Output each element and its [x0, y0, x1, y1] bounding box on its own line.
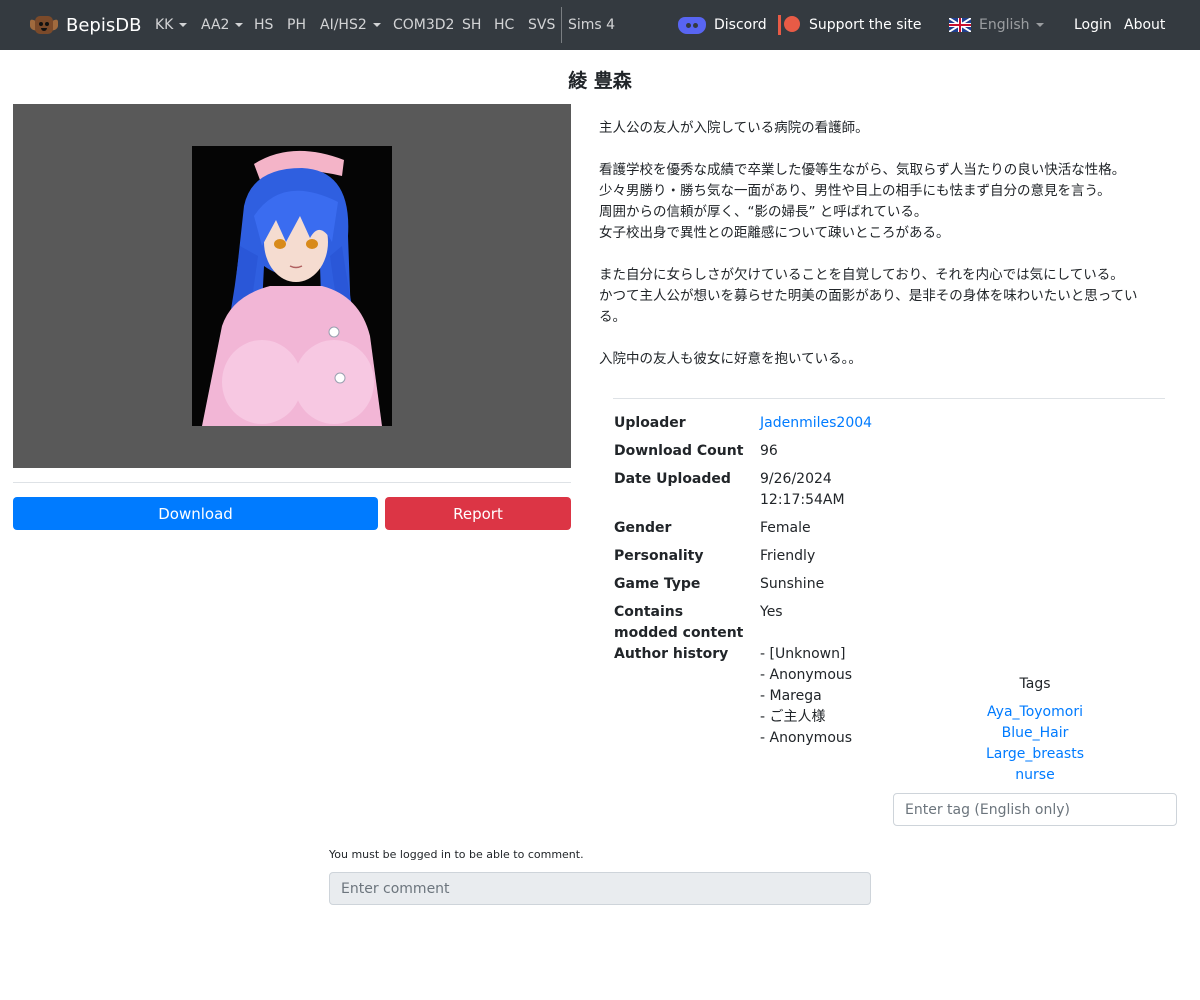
nav-item-svs[interactable]: SVS: [528, 0, 555, 50]
tags-heading: Tags: [1019, 676, 1051, 692]
caret-down-icon: [179, 23, 188, 27]
support-label: Support the site: [809, 17, 922, 33]
nav-item-hc[interactable]: HC: [494, 0, 514, 50]
divider: [13, 482, 571, 483]
nav-item-label: COM3D2: [393, 17, 455, 33]
about-link[interactable]: About: [1124, 0, 1165, 50]
tag-link[interactable]: Blue_Hair: [893, 723, 1177, 744]
date-uploaded-date: 9/26/2024: [760, 471, 832, 487]
nav-item-sims4[interactable]: Sims 4: [568, 0, 615, 50]
description-line: [599, 328, 1169, 349]
uploader-link[interactable]: Jadenmiles2004: [760, 413, 890, 434]
bepis-logo-icon: [30, 14, 58, 36]
nav-item-ai-hs2[interactable]: AI/HS2: [320, 0, 381, 50]
nav-item-com3d2[interactable]: COM3D2: [393, 0, 454, 50]
divider: [613, 398, 1165, 399]
about-label: About: [1124, 17, 1166, 33]
author-history-item: - Anonymous: [760, 667, 853, 683]
description-line: [599, 244, 1169, 265]
date-uploaded-value: 9/26/2024 12:17:54AM: [760, 469, 890, 511]
description-line: 女子校出身で異性との距離感について疎いところがある。: [599, 225, 950, 241]
support-link[interactable]: Support the site: [777, 0, 922, 50]
author-history-item: - Anonymous: [760, 730, 853, 746]
author-history-item: - ご主人様: [760, 709, 826, 725]
description-line: 主人公の友人が入院している病院の看護師。: [599, 120, 869, 136]
nav-item-label: HS: [254, 17, 274, 33]
card-description: 主人公の友人が入院している病院の看護師。 看護学校を優秀な成績で卒業した優等生な…: [599, 118, 1169, 370]
gender-label: Gender: [614, 520, 672, 536]
nav-item-ph[interactable]: PH: [287, 0, 306, 50]
login-link[interactable]: Login: [1074, 0, 1112, 50]
nav-item-label: PH: [287, 17, 306, 33]
modded-content-value: Yes: [760, 604, 783, 620]
description-line: る。: [599, 309, 626, 325]
author-history-list: - [Unknown] - Anonymous - Marega - ご主人様 …: [760, 644, 890, 749]
date-uploaded-time: 12:17:54AM: [760, 492, 845, 508]
author-history-label: Author history: [614, 646, 729, 662]
tag-input[interactable]: [893, 793, 1177, 826]
tag-link[interactable]: Large_breasts: [893, 744, 1177, 765]
discord-label: Discord: [714, 17, 767, 33]
card-image-frame: [13, 104, 571, 468]
nav-item-hs[interactable]: HS: [254, 0, 273, 50]
description-line: かつて主人公が想いを募らせた明美の面影があり、是非その身体を味わいたいと思ってい: [599, 288, 1138, 304]
top-navbar: BepisDB KK AA2 HS PH AI/HS2 COM3D2 SH HC…: [0, 0, 1200, 50]
page-title: 綾 豊森: [568, 70, 632, 92]
download-count-label: Download Count: [614, 443, 744, 459]
nav-item-aa2[interactable]: AA2: [201, 0, 244, 50]
nav-item-label: AA2: [201, 17, 230, 33]
brand-name: BepisDB: [66, 14, 142, 36]
nav-item-label: SH: [462, 17, 482, 33]
nav-item-label: KK: [155, 17, 174, 33]
nav-divider: [561, 7, 562, 43]
description-line: 入院中の友人も彼女に好意を抱いている。。: [599, 351, 862, 367]
caret-down-icon: [1035, 23, 1044, 27]
modded-label-line: Contains: [614, 604, 684, 620]
gender-value: Female: [760, 520, 811, 536]
description-line: 少々男勝り・勝ち気な一面があり、男性や目上の相手にも怯まず自分の意見を言う。: [599, 183, 1111, 199]
comment-input[interactable]: [329, 872, 871, 905]
tag-link[interactable]: Aya_Toyomori: [893, 702, 1177, 723]
personality-label: Personality: [614, 548, 704, 564]
author-history-item: - Marega: [760, 688, 822, 704]
description-line: 看護学校を優秀な成績で卒業した優等生ながら、気取らず人当たりの良い快活な性格。: [599, 162, 1126, 178]
modded-label-line: modded content: [614, 625, 744, 641]
nav-item-sh[interactable]: SH: [462, 0, 481, 50]
date-uploaded-label: Date Uploaded: [614, 471, 731, 487]
description-line: 周囲からの信頼が厚く、“影の婦長” と呼ばれている。: [599, 204, 928, 220]
discord-icon: [678, 15, 706, 35]
login-required-note: You must be logged in to be able to comm…: [329, 848, 584, 861]
brand-link[interactable]: BepisDB: [30, 0, 141, 50]
caret-down-icon: [372, 23, 381, 27]
game-type-value: Sunshine: [760, 576, 825, 592]
character-card-image[interactable]: [192, 146, 392, 426]
login-label: Login: [1074, 17, 1112, 33]
nav-item-kk[interactable]: KK: [155, 0, 188, 50]
caret-down-icon: [235, 23, 244, 27]
nav-item-label: SVS: [528, 17, 556, 33]
character-portrait-icon: [192, 146, 392, 426]
language-dropdown[interactable]: English: [949, 0, 1044, 50]
uploader-label: Uploader: [614, 415, 686, 431]
personality-value: Friendly: [760, 548, 816, 564]
language-label: English: [979, 17, 1030, 33]
download-button[interactable]: Download: [13, 497, 378, 530]
discord-link[interactable]: Discord: [678, 0, 767, 50]
description-line: また自分に女らしさが欠けていることを自覚しており、それを内心では気にしている。: [599, 267, 1124, 283]
patreon-icon: [777, 15, 801, 35]
nav-item-label: HC: [494, 17, 515, 33]
nav-item-label: AI/HS2: [320, 17, 367, 33]
author-history-item: - [Unknown]: [760, 646, 846, 662]
tag-link[interactable]: nurse: [893, 765, 1177, 786]
report-button[interactable]: Report: [385, 497, 571, 530]
nav-item-label: Sims 4: [568, 17, 616, 33]
modded-content-label: Contains modded content: [614, 602, 754, 644]
download-count-value: 96: [760, 443, 778, 459]
description-line: [599, 139, 1169, 160]
uk-flag-icon: [949, 18, 971, 32]
game-type-label: Game Type: [614, 576, 701, 592]
